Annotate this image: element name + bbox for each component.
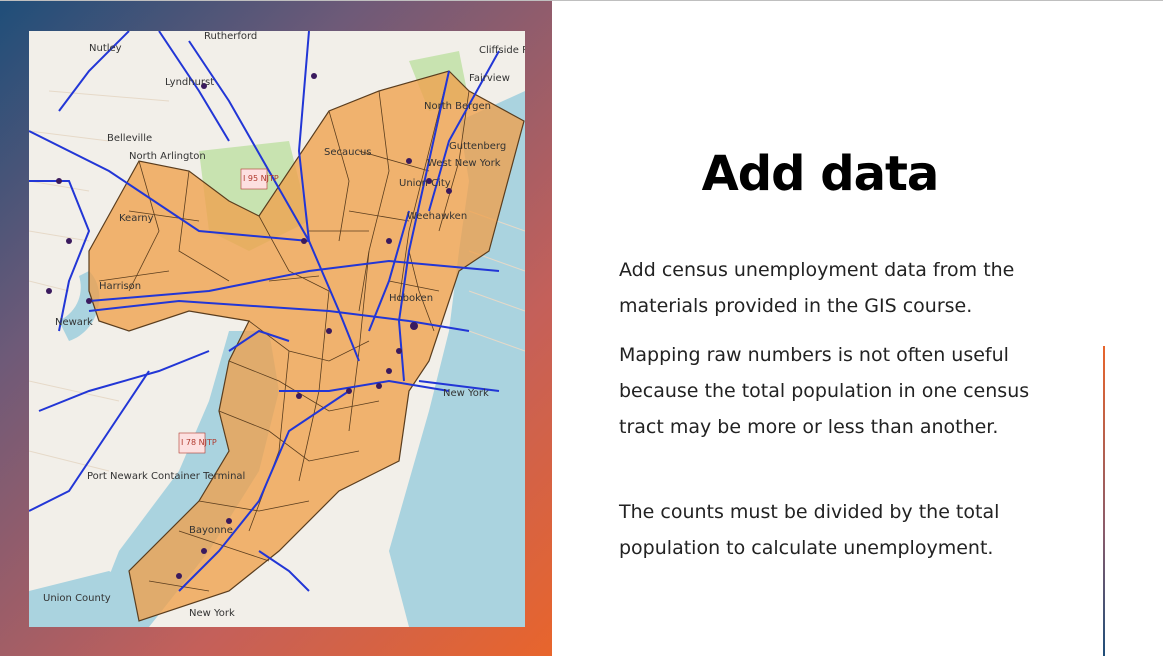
paragraph-divide-counts: The counts must be divided by the total … <box>619 501 1000 559</box>
label-lyndhurst: Lyndhurst <box>165 77 214 88</box>
gradient-panel: Nutley Rutherford Cliffside Park Fairvie… <box>0 1 552 656</box>
label-belleville: Belleville <box>107 133 152 144</box>
jersey-city-map: Nutley Rutherford Cliffside Park Fairvie… <box>29 31 525 627</box>
label-union-city: Union City <box>399 178 451 189</box>
label-harrison: Harrison <box>99 281 141 292</box>
label-hoboken: Hoboken <box>389 293 433 304</box>
label-north-bergen: North Bergen <box>424 101 491 112</box>
slide-title: Add data <box>701 146 940 202</box>
label-kearny: Kearny <box>119 213 154 224</box>
shield-i95: I 95 NJTP <box>243 174 279 183</box>
accent-divider <box>1103 346 1105 656</box>
label-port-newark: Port Newark Container Terminal <box>87 471 245 482</box>
label-bayonne: Bayonne <box>189 525 233 536</box>
label-secaucus: Secaucus <box>324 147 372 158</box>
label-fairview: Fairview <box>469 73 510 84</box>
paragraph-raw-numbers: Mapping raw numbers is not often useful … <box>619 344 1030 438</box>
label-nutley: Nutley <box>89 43 122 54</box>
label-weehawken: Weehawken <box>407 211 467 222</box>
label-west-new-york: West New York <box>427 158 501 169</box>
label-north-arlington: North Arlington <box>129 151 206 162</box>
label-newark: Newark <box>55 317 93 328</box>
label-union-county: Union County <box>43 593 111 604</box>
slide: Nutley Rutherford Cliffside Park Fairvie… <box>0 0 1163 656</box>
shield-i78: I 78 NJTP <box>181 438 217 447</box>
label-rutherford: Rutherford <box>204 31 257 42</box>
paragraph-add-census: Add census unemployment data from the ma… <box>619 259 1015 317</box>
map-svg: Nutley Rutherford Cliffside Park Fairvie… <box>29 31 525 627</box>
label-new-york-bottom: New York <box>189 608 235 619</box>
label-guttenberg: Guttenberg <box>449 141 506 152</box>
label-new-york: New York <box>443 388 489 399</box>
label-cliffside-park: Cliffside Park <box>479 45 525 56</box>
